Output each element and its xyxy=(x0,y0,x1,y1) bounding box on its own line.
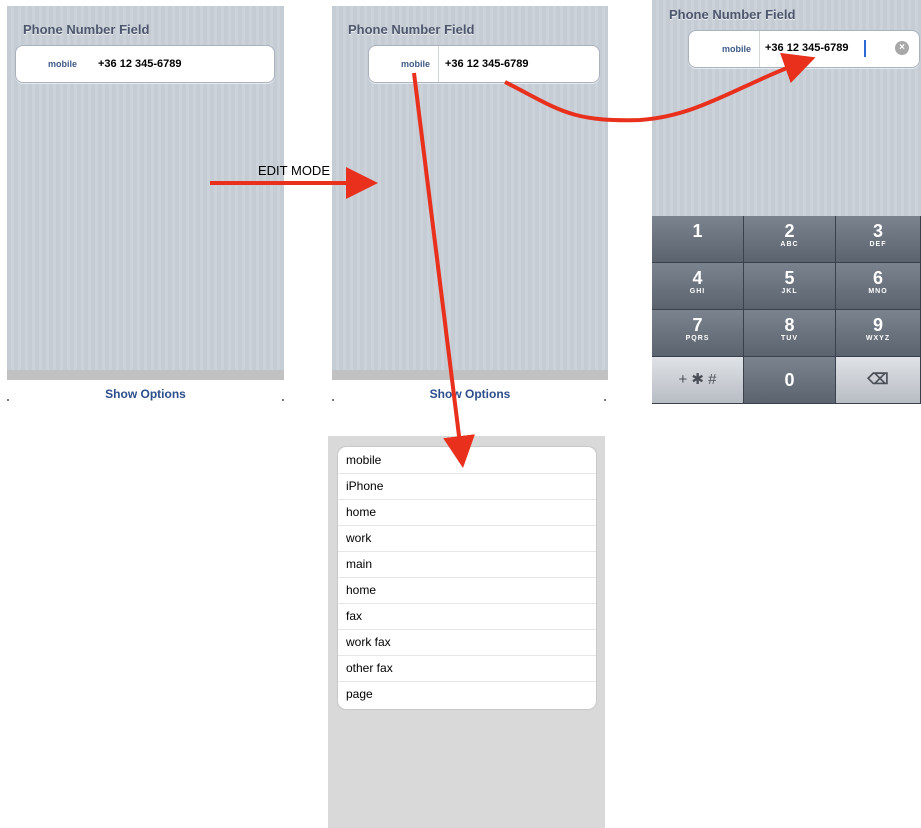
arrow-to-options xyxy=(412,72,475,468)
arrow-to-keypad xyxy=(504,52,816,123)
flow-arrows xyxy=(210,52,816,468)
